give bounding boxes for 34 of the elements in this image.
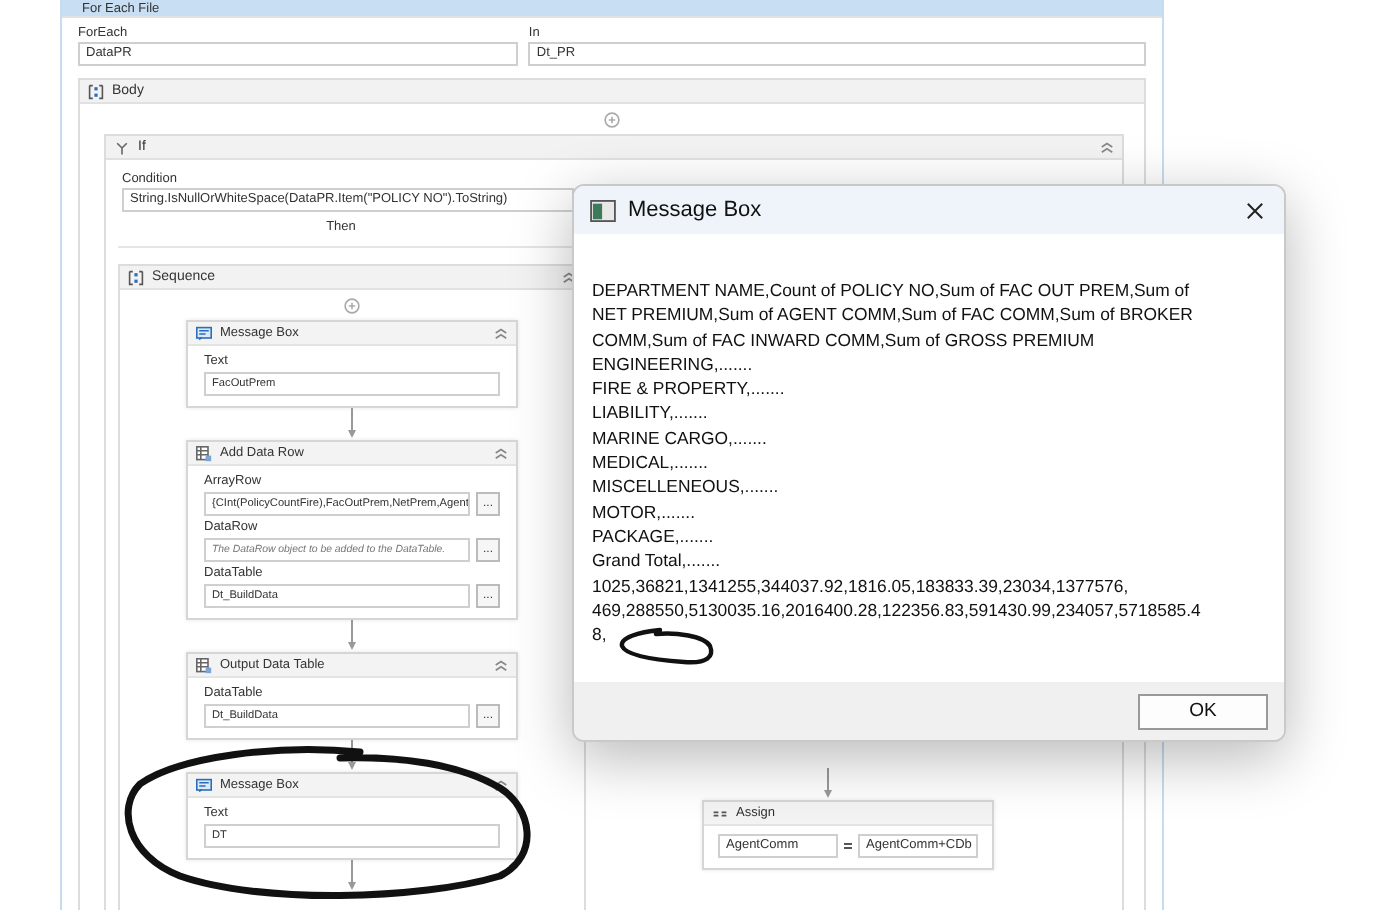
message-text: MOTOR,....... bbox=[592, 499, 695, 524]
sequence-icon bbox=[88, 83, 104, 99]
connector-arrow bbox=[346, 620, 358, 652]
add-icon[interactable] bbox=[344, 298, 360, 314]
table-icon bbox=[196, 657, 212, 673]
branch-icon bbox=[114, 139, 130, 155]
connector-arrow bbox=[346, 860, 358, 892]
table-icon bbox=[196, 445, 212, 461]
collapse-icon[interactable] bbox=[494, 778, 508, 792]
add-icon[interactable] bbox=[604, 112, 620, 128]
message-text: ENGINEERING,....... bbox=[592, 351, 753, 377]
equals-icon bbox=[844, 842, 852, 850]
message-text: MARINE CARGO,....... bbox=[592, 425, 767, 451]
sequence-icon bbox=[128, 269, 144, 285]
message-text: 469,288550,5130035.16,2016400.28,122356.83,591430.99,234057,5718585.4 bbox=[592, 597, 1201, 623]
connector-arrow bbox=[346, 408, 358, 440]
message-text: DEPARTMENT NAME,Count of POLICY NO,Sum of FAC OUT PREM,Sum of NET PREMIUM,Sum of AGENT COMM,Sum of FAC COMM,Sum of BROKER COMM,Sum of FAC INWARD COMM,Sum of GROSS PREMIUM bbox=[592, 278, 1195, 352]
ok-button[interactable]: OK bbox=[1138, 693, 1268, 729]
dialog-title: Message Box bbox=[628, 198, 762, 222]
message-icon bbox=[196, 325, 212, 341]
message-icon bbox=[196, 777, 212, 793]
close-icon[interactable] bbox=[1246, 201, 1264, 219]
message-text: 1025,36821,1341255,344037.92,1816.05,183833.39,23034,1377576, bbox=[592, 573, 1129, 598]
message-text: 8, bbox=[592, 622, 607, 647]
connector-arrow bbox=[822, 768, 834, 800]
message-text: MISCELLENEOUS,....... bbox=[592, 474, 779, 500]
message-text: PACKAGE,....... bbox=[592, 523, 714, 549]
message-text: Grand Total,....... bbox=[592, 548, 721, 574]
connector-arrow bbox=[346, 740, 358, 772]
message-text: FIRE & PROPERTY,....... bbox=[592, 376, 785, 401]
window-icon bbox=[590, 199, 616, 221]
message-text: MEDICAL,....... bbox=[592, 450, 708, 475]
message-text: LIABILITY,....... bbox=[592, 400, 708, 426]
scribble-drawing bbox=[616, 626, 716, 666]
